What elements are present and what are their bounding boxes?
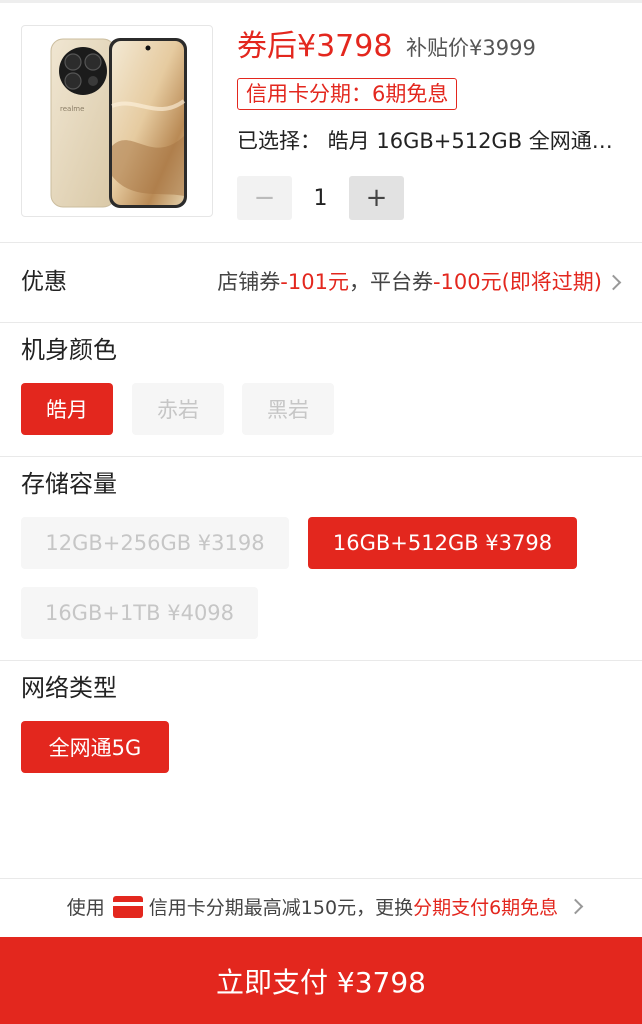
color-section-title: 机身颜色 [21,336,117,364]
storage-option-12-256[interactable]: 12GB+256GB ¥3198 [21,517,289,569]
divider [0,242,642,243]
tip-prefix: 使用 [66,897,105,919]
network-section-title: 网络类型 [21,674,117,702]
product-image: realme [21,25,213,217]
credit-card-icon [112,896,143,918]
coupon-price: 券后¥3798 [237,29,393,64]
divider [0,878,642,879]
chevron-right-icon [567,898,584,915]
quantity-decrease-button[interactable]: − [237,176,292,220]
shop-coupon-value: -101元 [280,270,349,294]
phone-illustration: realme [50,38,187,208]
platform-coupon-label: 平台券 [369,270,433,294]
installment-tip[interactable]: 使用 信用卡分期最高减150元，更换分期支付6期免息 [0,888,642,928]
storage-option-16-512[interactable]: 16GB+512GB ¥3798 [308,517,577,569]
top-divider [0,0,642,3]
quantity-value: 1 [313,185,328,211]
color-option-chiyan[interactable]: 赤岩 [132,383,224,435]
network-option-5g[interactable]: 全网通5G [21,721,169,773]
selected-spec: 已选择： 皓月 16GB+512GB 全网通… [237,129,613,153]
chevron-right-icon [605,274,622,291]
installment-badge: 信用卡分期：6期免息 [237,78,458,110]
color-option-heiyan[interactable]: 黑岩 [242,383,334,435]
storage-section-title: 存储容量 [21,470,117,498]
pay-now-button[interactable]: 立即支付 ¥3798 [0,937,642,1024]
tip-highlight: 分期支付6期免息 [413,897,559,919]
tip-text: 信用卡分期最高减150元，更换 [148,897,414,919]
svg-text:realme: realme [60,105,84,113]
divider [0,660,642,661]
shop-coupon-label: 店铺券 [217,270,281,294]
promo-separator: ， [348,270,370,294]
platform-coupon-value: -100元(即将过期) [432,270,602,294]
quantity-increase-button[interactable]: + [349,176,404,220]
subsidy-price: 补贴价¥3999 [406,36,536,60]
promotions-summary: 店铺券-101元，平台券-100元(即将过期) [217,267,602,297]
divider [0,456,642,457]
divider [0,322,642,323]
promotions-label: 优惠 [21,269,67,295]
color-option-haoyue[interactable]: 皓月 [21,383,113,435]
storage-option-16-1tb[interactable]: 16GB+1TB ¥4098 [21,587,258,639]
